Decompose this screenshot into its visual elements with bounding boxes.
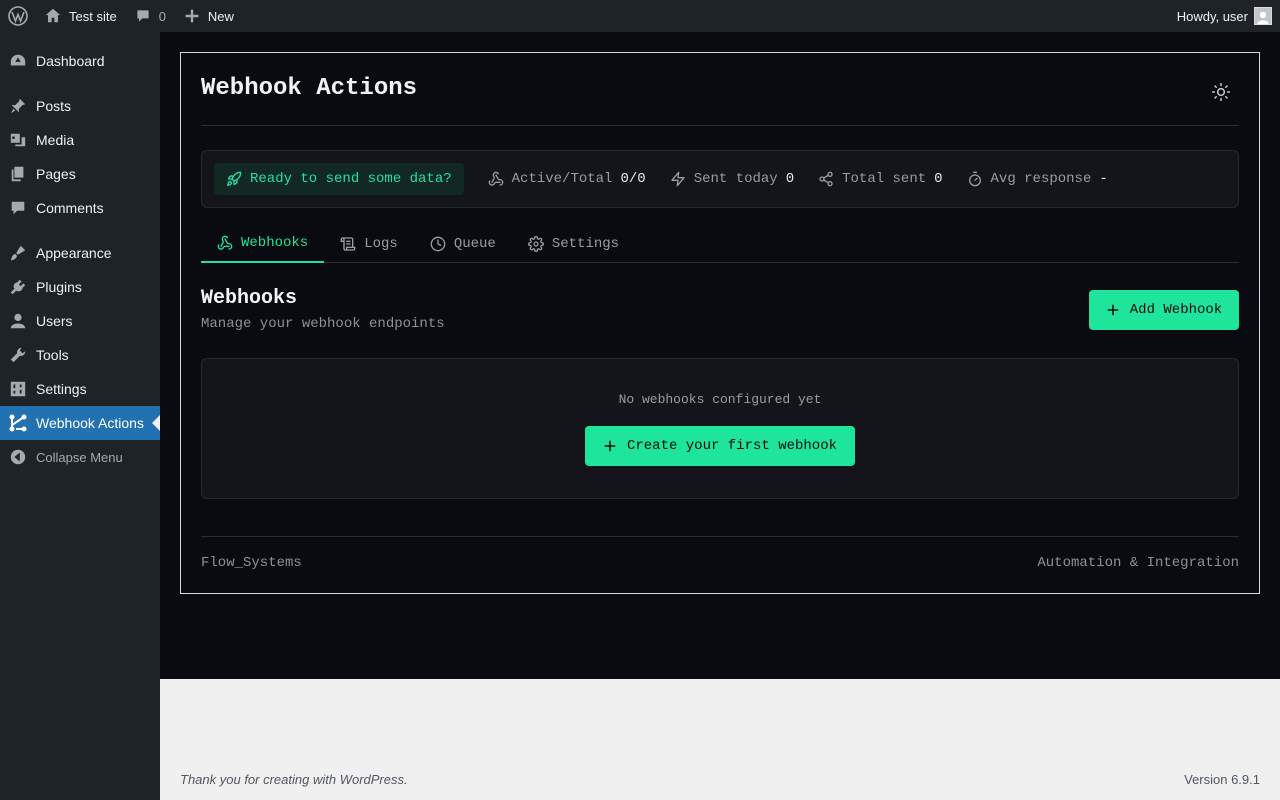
comment-icon: [0, 191, 36, 225]
plugin-panel: Webhook Actions Ready to send some data?…: [180, 52, 1260, 594]
site-name-link[interactable]: Test site: [36, 0, 125, 32]
section-subtitle: Manage your webhook endpoints: [201, 316, 445, 332]
collapse-arrow-icon: [0, 440, 36, 474]
sidebar-item-tools[interactable]: Tools: [0, 338, 160, 372]
plus-icon: [604, 440, 616, 452]
ready-badge: Ready to send some data?: [214, 163, 464, 195]
sun-icon: [1211, 82, 1231, 102]
wordpress-logo-icon[interactable]: [0, 0, 36, 32]
site-name: Test site: [69, 8, 117, 24]
rocket-icon: [227, 171, 242, 186]
tab-queue[interactable]: Queue: [414, 225, 512, 263]
stat-active-total: Active/Total 0/0: [488, 171, 646, 187]
comments-link[interactable]: 0: [127, 0, 174, 32]
plus-icon: [185, 9, 199, 23]
sidebar-item-pages[interactable]: Pages: [0, 157, 160, 191]
brand-footer: Flow_Systems: [201, 555, 302, 571]
sidebar-item-users[interactable]: Users: [0, 304, 160, 338]
wp-footer-version: Version 6.9.1: [1184, 772, 1260, 787]
stat-avg-response: Avg response -: [967, 171, 1108, 187]
media-icon: [0, 123, 36, 157]
add-webhook-button[interactable]: Add Webhook: [1089, 290, 1239, 330]
empty-state-card: No webhooks configured yet Create your f…: [201, 358, 1239, 499]
section-title: Webhooks: [201, 287, 298, 310]
brush-icon: [0, 236, 36, 270]
new-label: New: [207, 8, 234, 24]
footer-divider: [201, 536, 1239, 537]
header-divider: [201, 125, 1239, 126]
avg-response-value: -: [1099, 171, 1108, 187]
tab-logs[interactable]: Logs: [324, 225, 414, 263]
stat-sent-today: Sent today 0: [670, 171, 794, 187]
tab-settings[interactable]: Settings: [512, 225, 635, 263]
webhook-icon: [217, 235, 233, 250]
theme-toggle-button[interactable]: [1203, 78, 1239, 106]
home-icon: [45, 8, 61, 23]
comments-count: 0: [158, 8, 166, 24]
sidebar-item-posts[interactable]: Posts: [0, 89, 160, 123]
user-icon: [0, 304, 36, 338]
collapse-menu-button[interactable]: Collapse Menu: [0, 440, 160, 474]
total-sent-value: 0: [934, 171, 943, 187]
sidebar-item-settings[interactable]: Settings: [0, 372, 160, 406]
page-title: Webhook Actions: [201, 75, 418, 102]
tab-bar: Webhooks Logs Queue Settings: [201, 225, 1239, 263]
admin-sidebar: Dashboard Posts Media Pages Comments App…: [0, 32, 160, 800]
clock-icon: [430, 236, 446, 252]
sidebar-item-dashboard[interactable]: Dashboard: [0, 44, 160, 78]
pages-icon: [0, 157, 36, 191]
gear-icon: [527, 236, 544, 252]
scroll-icon: [340, 237, 356, 251]
wrench-icon: [0, 338, 36, 372]
sent-today-value: 0: [785, 171, 795, 187]
plug-icon: [0, 270, 36, 304]
dashboard-icon: [0, 44, 36, 78]
wp-footer-thanks: Thank you for creating with WordPress.: [180, 772, 408, 787]
share-icon: [819, 171, 833, 187]
new-content-link[interactable]: New: [176, 0, 242, 32]
timer-icon: [968, 171, 981, 187]
sidebar-item-plugins[interactable]: Plugins: [0, 270, 160, 304]
webhook-icon: [488, 171, 503, 186]
greeting: Howdy, user: [1176, 8, 1248, 24]
admin-bar: Test site 0 New Howdy, user: [0, 0, 1280, 32]
sidebar-item-webhook-actions[interactable]: Webhook Actions: [0, 406, 160, 440]
sliders-icon: [0, 372, 36, 406]
tagline-footer: Automation & Integration: [1037, 555, 1239, 571]
lightning-icon: [671, 171, 685, 187]
plus-icon: [1107, 304, 1119, 316]
stats-bar: Ready to send some data? Active/Total 0/…: [201, 150, 1239, 208]
pin-icon: [0, 89, 36, 123]
avatar: [1254, 7, 1272, 25]
sidebar-item-comments[interactable]: Comments: [0, 191, 160, 225]
comment-icon: [137, 10, 149, 22]
active-total-value: 0/0: [620, 171, 646, 187]
my-account[interactable]: Howdy, user: [1177, 7, 1280, 25]
empty-state-message: No webhooks configured yet: [618, 392, 822, 407]
sidebar-item-appearance[interactable]: Appearance: [0, 236, 160, 270]
ready-text: Ready to send some data?: [250, 171, 452, 187]
tab-webhooks[interactable]: Webhooks: [201, 225, 325, 263]
sidebar-item-media[interactable]: Media: [0, 123, 160, 157]
stat-total-sent: Total sent 0: [818, 171, 943, 187]
webhook-icon: [0, 406, 36, 440]
create-first-webhook-button[interactable]: Create your first webhook: [585, 426, 855, 466]
